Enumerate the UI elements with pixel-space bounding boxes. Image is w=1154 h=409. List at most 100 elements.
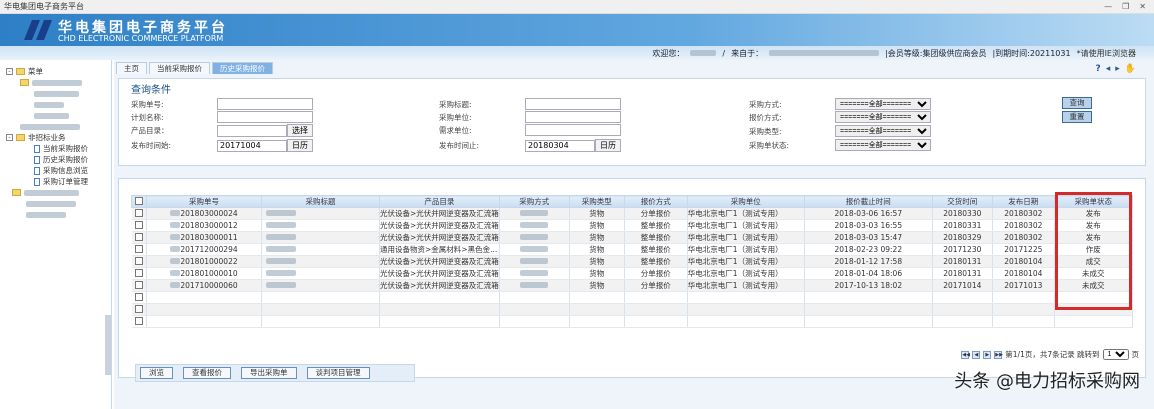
platform-subtitle: CHD ELECTRONIC COMMERCE PLATFORM (58, 34, 224, 43)
row-checkbox[interactable] (134, 220, 143, 229)
table-row[interactable]: 201803000012 光伏设备>光伏并网逆变器及汇流箱 货物 整单报价 华电北京电厂… (131, 219, 1133, 232)
main-area: 主页 当前采购报价 历史采购报价 ? ◂ ▸ ✋ 查询条件 采购单号: 计划名称: 产… (114, 60, 1154, 409)
view-quote-button[interactable]: 查看报价 (183, 367, 231, 379)
table-cell: 201803000011 (146, 231, 262, 244)
method-select[interactable]: =======全部======= (835, 98, 931, 110)
sidebar-item-order-manage[interactable]: 采购订单管理 (6, 176, 111, 187)
column-header[interactable]: 报价截止时间 (803, 195, 933, 208)
label: 发布时间止: (439, 141, 480, 150)
first-page-icon[interactable]: ◀◀ (961, 350, 970, 359)
sidebar-item-label: 采购订单管理 (43, 177, 88, 186)
table-row[interactable]: 201710000060 光伏设备>光伏并网逆变器及汇流箱 货物 分单报价 华电北京电厂… (131, 279, 1133, 292)
type-select[interactable]: =======全部======= (835, 125, 931, 137)
column-header[interactable]: 交货时间 (931, 195, 993, 208)
cell-text: 20180104 (1004, 257, 1043, 266)
column-header[interactable]: 采购方式 (498, 195, 570, 208)
cell-text: 华电北京电厂1（测试专用） (687, 281, 783, 290)
column-header[interactable]: 采购类型 (568, 195, 625, 208)
search-button[interactable]: 查询 (1062, 97, 1092, 109)
column-header[interactable]: 产品目录 (379, 195, 500, 208)
sidebar-scrollbar[interactable] (105, 315, 111, 375)
cell-text: 20180302 (1004, 221, 1043, 230)
page-select[interactable]: 1 (1102, 349, 1129, 360)
column-header[interactable]: 采购标题 (261, 195, 380, 208)
next-page-icon[interactable]: ▶ (983, 350, 992, 359)
select-all-checkbox[interactable] (135, 196, 143, 205)
action-bar: 浏览 查看报价 导出采购单 谈判项目管理 (135, 364, 415, 382)
export-button[interactable]: 导出采购单 (241, 367, 297, 379)
tab-current-quote[interactable]: 当前采购报价 (149, 62, 210, 74)
row-checkbox[interactable] (134, 244, 143, 253)
tab-home[interactable]: 主页 (116, 62, 147, 74)
row-checkbox[interactable] (134, 232, 143, 241)
cell-text: 20171014 (943, 281, 982, 290)
empty-row[interactable] (131, 291, 1133, 304)
title-input[interactable] (525, 98, 621, 110)
empty-row[interactable] (131, 303, 1133, 316)
cell-text: 20180302 (1004, 233, 1043, 242)
help-icon[interactable]: ? (1095, 64, 1100, 74)
last-page-icon[interactable]: ▶▶ (994, 350, 1003, 359)
table-cell (261, 219, 380, 232)
table-row[interactable]: 201712000294 通用设备物资>金属材料>黑色金... 货物 整单报价 华电北京… (131, 243, 1133, 256)
tree-group[interactable]: - 非招标业务 (6, 132, 111, 143)
collapse-icon[interactable]: - (6, 68, 13, 75)
forward-icon[interactable]: ▸ (1115, 64, 1120, 74)
close-button[interactable]: ✕ (1139, 2, 1146, 11)
column-header[interactable]: 采购单号 (146, 195, 262, 208)
tree-root[interactable]: - 菜单 (6, 66, 111, 77)
sidebar-menu: - 菜单 - 非招标业务 当前采购报价 历史采购报价 采购信息浏览 采购订单管理 (0, 60, 112, 409)
row-checkbox[interactable] (134, 280, 143, 289)
maximize-button[interactable]: ❐ (1122, 2, 1129, 11)
hand-icon[interactable]: ✋ (1125, 64, 1136, 74)
table-cell: 分单报价 (624, 207, 688, 220)
table-cell: 光伏设备>光伏并网逆变器及汇流箱 (379, 279, 500, 292)
unit-input[interactable] (525, 111, 621, 123)
table-cell (932, 315, 993, 328)
catalog-input[interactable] (217, 124, 287, 137)
document-icon (34, 155, 40, 164)
tab-history-quote[interactable]: 历史采购报价 (212, 62, 273, 74)
empty-row[interactable] (131, 315, 1133, 328)
window-title: 华电集团电子商务平台 (4, 2, 84, 11)
prev-page-icon[interactable]: ◀ (972, 350, 981, 359)
table-row[interactable]: 201801000010 光伏设备>光伏并网逆变器及汇流箱 货物 分单报价 华电北京电厂… (131, 267, 1133, 280)
row-checkbox[interactable] (134, 304, 143, 313)
calendar-button[interactable]: 日历 (287, 139, 313, 152)
row-checkbox[interactable] (134, 292, 143, 301)
status-select[interactable]: =======全部======= (835, 139, 931, 151)
choose-button[interactable]: 选择 (287, 124, 313, 137)
row-checkbox[interactable] (134, 268, 143, 277)
calendar-button[interactable]: 日历 (595, 139, 621, 152)
collapse-icon[interactable]: - (6, 134, 13, 141)
row-checkbox[interactable] (134, 256, 143, 265)
sidebar-item-info-browse[interactable]: 采购信息浏览 (6, 165, 111, 176)
page-suffix: 页 (1131, 350, 1140, 359)
cell-text: 货物 (589, 269, 605, 278)
chd-logo-icon (24, 20, 52, 40)
cell-text: 20180131 (943, 269, 982, 278)
end-date-input[interactable] (525, 139, 595, 152)
column-header[interactable]: 发布日期 (991, 195, 1055, 208)
start-date-input[interactable] (217, 139, 287, 152)
row-checkbox[interactable] (134, 316, 143, 325)
row-checkbox[interactable] (134, 208, 143, 217)
minimize-button[interactable]: — (1104, 2, 1112, 11)
demand-unit-input[interactable] (525, 124, 621, 136)
table-cell (569, 315, 625, 328)
browse-button[interactable]: 浏览 (140, 367, 173, 379)
negotiation-button[interactable]: 谈判项目管理 (306, 367, 370, 379)
column-header[interactable]: 采购单位 (686, 195, 805, 208)
table-row[interactable]: 201803000011 光伏设备>光伏并网逆变器及汇流箱 货物 整单报价 华电北京电厂… (131, 231, 1133, 244)
table-row[interactable]: 201801000022 光伏设备>光伏并网逆变器及汇流箱 货物 整单报价 华电北京电厂… (131, 255, 1133, 268)
order-no-input[interactable] (217, 98, 313, 110)
back-icon[interactable]: ◂ (1106, 64, 1111, 74)
plan-name-input[interactable] (217, 111, 313, 123)
cell-text: 华电北京电厂1（测试专用） (687, 257, 783, 266)
column-header[interactable]: 报价方式 (623, 195, 688, 208)
sidebar-item-history-quote[interactable]: 历史采购报价 (6, 154, 111, 165)
sidebar-item-current-quote[interactable]: 当前采购报价 (6, 143, 111, 154)
quote-method-select[interactable]: =======全部======= (835, 111, 931, 123)
reset-button[interactable]: 重置 (1062, 111, 1092, 123)
table-row[interactable]: 201803000024 光伏设备>光伏并网逆变器及汇流箱 货物 分单报价 华电北京电厂… (131, 207, 1133, 220)
